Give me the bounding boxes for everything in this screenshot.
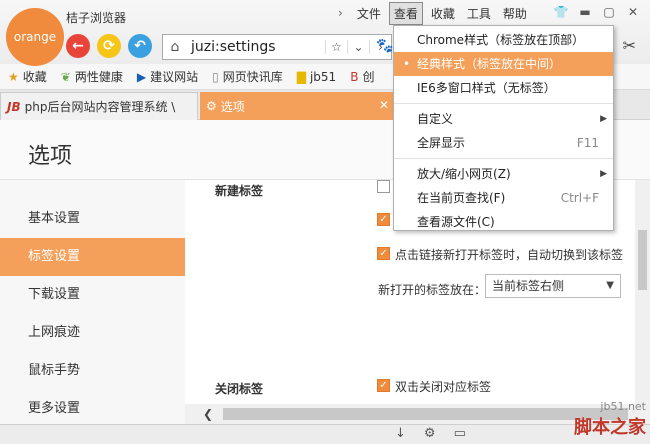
submenu-arrow-icon: ▶ bbox=[600, 114, 607, 124]
tab-php-cms[interactable]: JB php后台网站内容管理系统 \ bbox=[0, 92, 198, 120]
search-engine-icon[interactable]: 🐾 bbox=[376, 38, 393, 54]
menu-separator bbox=[394, 158, 613, 159]
close-icon[interactable]: ✕ bbox=[624, 4, 642, 20]
menu-view[interactable]: 查看 bbox=[388, 1, 423, 25]
new-tab-option-1-checkbox[interactable] bbox=[377, 180, 390, 193]
bookmark-jb51[interactable]: ▇ jb51 bbox=[297, 70, 336, 84]
menu-item-find[interactable]: 在当前页查找(F) Ctrl+F bbox=[394, 186, 613, 210]
folder-icon: ▇ bbox=[296, 69, 306, 84]
status-bar: ↓ ⚙ ▭ bbox=[0, 424, 650, 444]
dblclick-close-checkbox[interactable]: ✓ bbox=[377, 379, 390, 392]
gear-icon[interactable]: ⚙ bbox=[424, 426, 436, 441]
open-at-select[interactable]: 当前标签右侧 ▼ bbox=[485, 274, 621, 298]
menu-favorites[interactable]: 收藏 bbox=[427, 3, 459, 24]
view-menu-dropdown: Chrome样式（标签放在顶部） • 经典样式（标签放在中间） IE6多窗口样式（… bbox=[393, 25, 614, 231]
refresh-button[interactable]: ⟳ bbox=[97, 34, 121, 58]
bookmark-more[interactable]: B创 bbox=[350, 68, 374, 85]
menu-bar: › 文件 查看 收藏 工具 帮助 bbox=[338, 1, 535, 25]
menu-item-ie6-style[interactable]: IE6多窗口样式（无标签） bbox=[394, 76, 613, 100]
open-at-label: 新打开的标签放在： bbox=[378, 283, 487, 297]
menu-tools[interactable]: 工具 bbox=[463, 3, 495, 24]
page-icon: ▯ bbox=[212, 69, 219, 84]
app-title: 桔子浏览器 bbox=[66, 11, 127, 25]
section-close-tab: 关闭标签 bbox=[215, 382, 264, 396]
bookmark-snippets[interactable]: ▯ 网页快讯库 bbox=[212, 68, 283, 85]
app-logo[interactable]: orange bbox=[6, 8, 64, 66]
sidebar-item-downloads[interactable]: 下载设置 bbox=[0, 276, 185, 314]
url-text[interactable]: juzi:settings bbox=[187, 39, 325, 55]
bullet-icon: • bbox=[403, 57, 411, 71]
menu-item-zoom[interactable]: 放大/缩小网页(Z) ▶ bbox=[394, 162, 613, 186]
menu-separator bbox=[394, 103, 613, 104]
home-icon[interactable]: ⌂ bbox=[163, 39, 187, 55]
sidebar-item-more[interactable]: 更多设置 bbox=[0, 390, 185, 428]
sidebar-item-basic[interactable]: 基本设置 bbox=[0, 200, 185, 238]
bing-icon: ▶ bbox=[136, 69, 147, 84]
new-tab-option-2-checkbox[interactable]: ✓ bbox=[377, 213, 390, 226]
minimize-icon[interactable]: ▬ bbox=[576, 4, 594, 20]
scroll-thumb[interactable] bbox=[223, 408, 628, 420]
leaf-icon: ❦ bbox=[60, 69, 71, 84]
submenu-arrow-icon: ▶ bbox=[600, 169, 607, 179]
star-icon: ★ bbox=[8, 69, 19, 84]
vertical-scrollbar[interactable] bbox=[635, 180, 650, 404]
dblclick-close-label: 双击关闭对应标签 bbox=[395, 380, 492, 394]
maximize-icon[interactable]: ▢ bbox=[600, 4, 618, 20]
skin-icon[interactable]: 👕 bbox=[552, 4, 570, 20]
menu-item-custom[interactable]: 自定义 ▶ bbox=[394, 107, 613, 131]
scroll-thumb[interactable] bbox=[638, 230, 647, 290]
sidebar-item-tabs[interactable]: 标签设置 bbox=[0, 238, 185, 276]
undo-button[interactable]: ↶ bbox=[128, 34, 152, 58]
link-switch-label: 点击链接新打开标签时，自动切换到该标签 bbox=[395, 248, 624, 262]
menu-item-view-source[interactable]: 查看源文件(C) bbox=[394, 210, 613, 234]
section-new-tab: 新建标签 bbox=[215, 184, 264, 198]
jb-icon: B bbox=[350, 69, 359, 84]
menu-help[interactable]: 帮助 bbox=[499, 3, 531, 24]
tab-label: php后台网站内容管理系统 \ bbox=[24, 100, 176, 114]
star-icon[interactable]: ☆ bbox=[325, 40, 347, 54]
download-icon[interactable]: ↓ bbox=[395, 426, 406, 441]
back-button[interactable]: ← bbox=[66, 34, 90, 58]
link-switch-checkbox[interactable]: ✓ bbox=[377, 247, 390, 260]
watermark: jb51.net 脚本之家 bbox=[574, 400, 646, 438]
jb-icon: JB bbox=[7, 99, 21, 114]
bookmark-favorites[interactable]: ★ 收藏 bbox=[8, 68, 47, 85]
sidebar-item-gestures[interactable]: 鼠标手势 bbox=[0, 352, 185, 390]
tab-options[interactable]: ⚙ 选项 ✕ bbox=[200, 92, 395, 120]
bookmark-health[interactable]: ❦ 两性健康 bbox=[61, 68, 123, 85]
tab-label: 选项 bbox=[220, 99, 245, 114]
bookmark-suggested[interactable]: ▶ 建议网站 bbox=[137, 68, 198, 85]
settings-sidebar: 基本设置 标签设置 下载设置 上网痕迹 鼠标手势 更多设置 bbox=[0, 180, 185, 424]
sidebar-item-history[interactable]: 上网痕迹 bbox=[0, 314, 185, 352]
window-icon[interactable]: ▭ bbox=[454, 426, 466, 441]
gear-icon: ⚙ bbox=[206, 99, 217, 113]
menu-collapse-arrow[interactable]: › bbox=[338, 6, 343, 20]
menu-item-classic-style[interactable]: • 经典样式（标签放在中间） bbox=[394, 52, 613, 76]
close-icon[interactable]: ✕ bbox=[379, 98, 389, 112]
menu-item-fullscreen[interactable]: 全屏显示 F11 bbox=[394, 131, 613, 155]
caret-down-icon: ▼ bbox=[606, 280, 614, 291]
window-controls: 👕 ▬ ▢ ✕ bbox=[552, 4, 642, 20]
menu-file[interactable]: 文件 bbox=[353, 3, 385, 24]
address-bar[interactable]: ⌂ juzi:settings ☆ ⌄ › bbox=[162, 34, 392, 60]
menu-item-chrome-style[interactable]: Chrome样式（标签放在顶部） bbox=[394, 28, 613, 52]
scissors-icon[interactable]: ✂ bbox=[623, 36, 636, 55]
scroll-left-icon[interactable]: ❮ bbox=[203, 404, 213, 424]
chevron-down-icon[interactable]: ⌄ bbox=[347, 40, 369, 54]
page-title: 选项 bbox=[28, 144, 73, 169]
